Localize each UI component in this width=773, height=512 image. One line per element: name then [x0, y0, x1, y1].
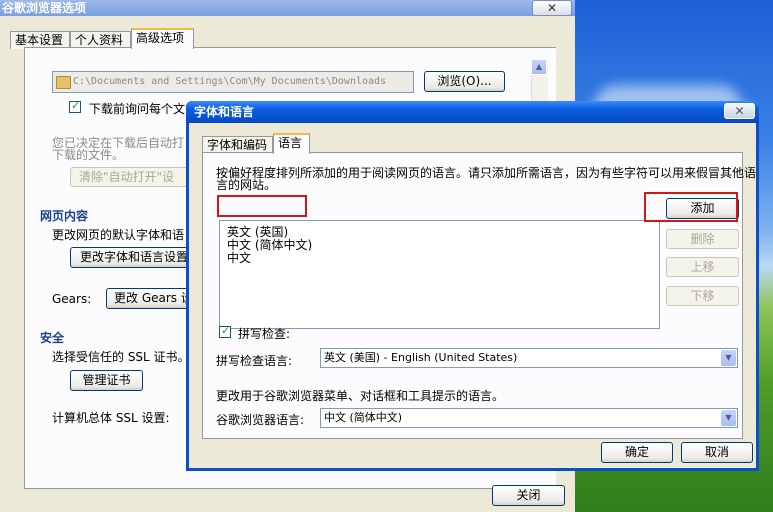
- spellcheck-language-value: 英文 (美国) - English (United States): [324, 351, 518, 364]
- language-item[interactable]: 中文: [227, 249, 251, 266]
- ui-language-select[interactable]: 中文 (简体中文) ▼: [320, 408, 738, 428]
- gears-button[interactable]: 更改 Gears 设: [106, 288, 190, 309]
- ssl-settings-label: 计算机总体 SSL 设置:: [52, 411, 170, 425]
- ui-language-desc: 更改用于谷歌浏览器菜单、对话框和工具提示的语言。: [216, 389, 505, 403]
- manage-certs-button[interactable]: 管理证书: [70, 370, 143, 391]
- languages-description: 按偏好程度排列所添加的用于阅读网页的语言。请只添加所需语言，因为有些字符可以用来…: [216, 166, 757, 192]
- download-path-value: C:\Documents and Settings\Com\My Documen…: [73, 76, 387, 87]
- chevron-down-icon[interactable]: ▼: [721, 350, 736, 366]
- spellcheck-language-select[interactable]: 英文 (美国) - English (United States) ▼: [320, 348, 738, 368]
- options-window-title: 谷歌浏览器选项: [0, 0, 575, 16]
- fonts-language-dialog: 字体和语言 ✕ 字体和编码 语言 按偏好程度排列所添加的用于阅读网页的语言。请只…: [186, 101, 759, 471]
- auto-open-text-2: 下载的文件。: [52, 148, 125, 162]
- ui-language-label: 谷歌浏览器语言:: [216, 413, 305, 427]
- chevron-down-icon[interactable]: ▼: [721, 410, 736, 426]
- tab-languages[interactable]: 语言: [273, 133, 310, 154]
- clear-auto-open-button[interactable]: 清除"自动打开"设: [70, 167, 190, 187]
- cancel-button[interactable]: 取消: [681, 442, 753, 463]
- gears-label: Gears:: [52, 292, 92, 306]
- web-content-desc: 更改网页的默认字体和语: [52, 228, 185, 242]
- highlight-box: [644, 192, 738, 222]
- close-button[interactable]: 关闭: [492, 485, 565, 506]
- security-heading: 安全: [40, 331, 65, 345]
- remove-button[interactable]: 删除: [666, 229, 739, 249]
- spellcheck-checkbox[interactable]: [219, 324, 231, 338]
- spellcheck-label: 拼写检查:: [238, 327, 291, 341]
- ssl-desc: 选择受信任的 SSL 证书。: [52, 350, 190, 364]
- folder-icon: [56, 76, 71, 89]
- spellcheck-language-label: 拼写检查语言:: [216, 354, 293, 368]
- tab-advanced[interactable]: 高级选项: [131, 28, 194, 49]
- web-content-heading: 网页内容: [40, 209, 89, 223]
- move-down-button[interactable]: 下移: [666, 286, 739, 306]
- ask-before-download-label: 下载前询问每个文: [89, 102, 186, 116]
- highlight-box: [217, 195, 307, 217]
- ask-before-download-checkbox[interactable]: [69, 99, 81, 113]
- browse-button[interactable]: 浏览(O)...: [424, 71, 505, 92]
- dialog-body: 字体和编码 语言 按偏好程度排列所添加的用于阅读网页的语言。请只添加所需语言，因…: [189, 123, 756, 468]
- dialog-title: 字体和语言: [186, 101, 759, 123]
- close-icon[interactable]: ✕: [532, 0, 572, 16]
- scroll-up-icon[interactable]: ▲: [531, 59, 547, 75]
- ok-button[interactable]: 确定: [601, 442, 673, 463]
- move-up-button[interactable]: 上移: [666, 257, 739, 277]
- language-list[interactable]: 英文 (英国) 中文 (简体中文) 中文: [219, 220, 660, 329]
- change-fonts-button[interactable]: 更改字体和语言设置: [70, 247, 190, 268]
- close-icon[interactable]: ✕: [724, 103, 755, 119]
- download-path-field[interactable]: C:\Documents and Settings\Com\My Documen…: [52, 71, 414, 93]
- ui-language-value: 中文 (简体中文): [324, 411, 403, 424]
